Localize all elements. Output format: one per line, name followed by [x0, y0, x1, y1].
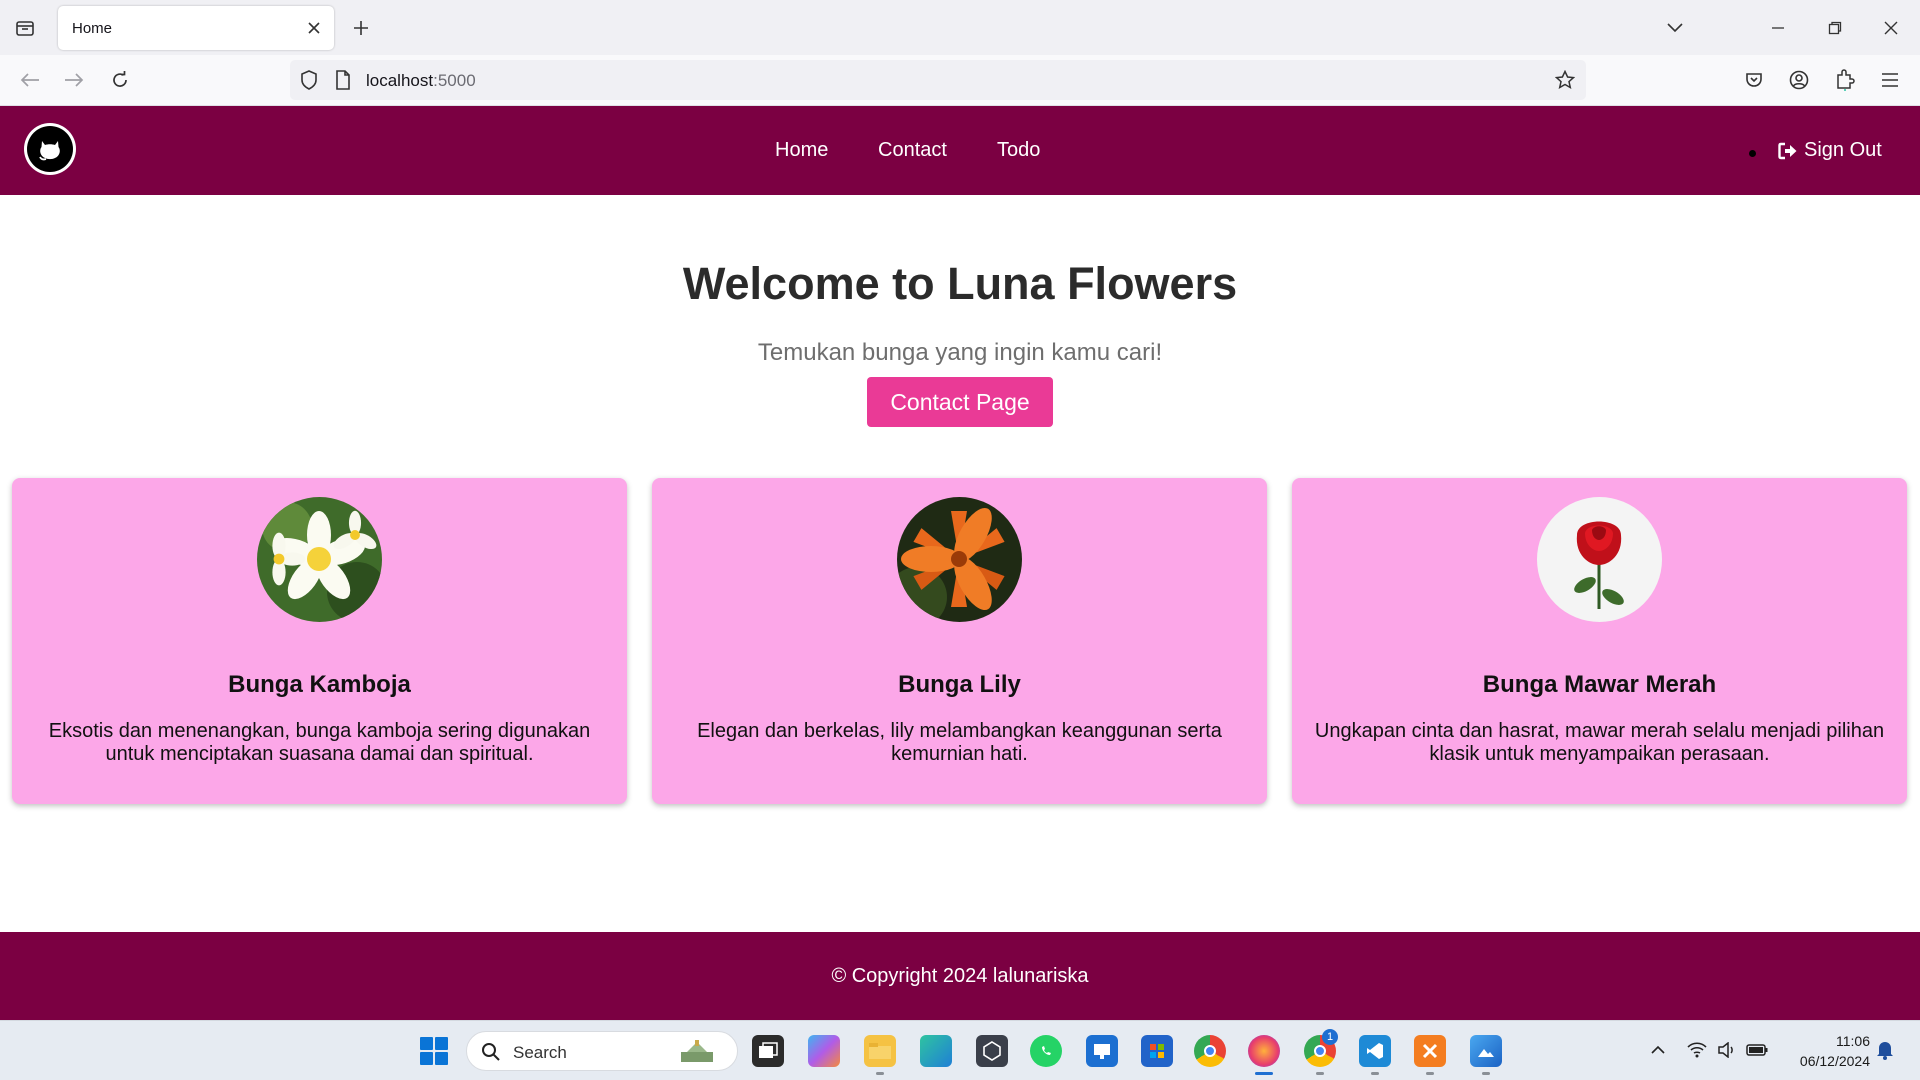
- reload-icon[interactable]: [104, 65, 136, 95]
- show-hidden-icons-chevron-icon[interactable]: [1647, 1039, 1669, 1061]
- tab-title: Home: [72, 20, 113, 37]
- system-clock[interactable]: 11:06 06/12/2024: [1776, 1031, 1870, 1071]
- card-description: Eksotis dan menenangkan, bunga kamboja s…: [48, 720, 591, 765]
- copilot-icon[interactable]: [808, 1035, 840, 1067]
- site-footer: © Copyright 2024 lalunariska: [0, 932, 1920, 1020]
- tracking-shield-icon[interactable]: [298, 69, 320, 91]
- site-header: Home Contact Todo Sign Out: [0, 106, 1920, 195]
- new-tab-icon[interactable]: [348, 16, 374, 40]
- sign-out-label: Sign Out: [1804, 139, 1882, 161]
- browser-tab-bar: Home: [0, 0, 1920, 55]
- notification-badge: 1: [1322, 1029, 1338, 1045]
- nav-home[interactable]: Home: [775, 139, 828, 162]
- contact-page-button[interactable]: Contact Page: [867, 377, 1053, 427]
- extensions-icon[interactable]: [1829, 65, 1861, 95]
- account-icon[interactable]: [1783, 65, 1815, 95]
- microsoft-store-icon[interactable]: [1141, 1035, 1173, 1067]
- close-window-icon[interactable]: [1876, 14, 1906, 42]
- battery-icon[interactable]: [1746, 1039, 1768, 1061]
- orange-lily-flower-image: [897, 497, 1022, 622]
- edge-icon[interactable]: [920, 1035, 952, 1067]
- frangipani-flower-image: [257, 497, 382, 622]
- restore-icon[interactable]: [1820, 14, 1850, 42]
- forward-arrow-icon[interactable]: [58, 65, 90, 95]
- xampp-icon[interactable]: [1414, 1035, 1446, 1067]
- sign-out-icon: [1778, 142, 1797, 159]
- card-description: Elegan dan berkelas, lily melambangkan k…: [697, 720, 1222, 765]
- back-arrow-icon[interactable]: [14, 65, 46, 95]
- remote-desktop-icon[interactable]: [1086, 1035, 1118, 1067]
- red-rose-flower-image: [1537, 497, 1662, 622]
- card-title: Bunga Lily: [898, 671, 1021, 698]
- search-placeholder: Search: [513, 1043, 567, 1062]
- flower-card-kamboja: Bunga Kamboja Eksotis dan menenangkan, b…: [12, 478, 627, 804]
- search-highlight-icon: [681, 1040, 713, 1062]
- page-info-icon[interactable]: [332, 69, 354, 91]
- running-indicator: [876, 1072, 884, 1075]
- running-indicator: [1426, 1072, 1434, 1075]
- notification-bell-icon[interactable]: [1874, 1039, 1896, 1061]
- list-bullet: [1749, 150, 1756, 157]
- windows-taskbar: Search 1 11:06 06/12/2024: [0, 1020, 1920, 1080]
- nav-todo[interactable]: Todo: [997, 139, 1040, 162]
- chrome-icon[interactable]: [1194, 1035, 1226, 1067]
- minimize-icon[interactable]: [1763, 14, 1793, 42]
- firefox-icon[interactable]: [1248, 1035, 1280, 1067]
- wifi-icon[interactable]: [1686, 1039, 1708, 1061]
- vscode-icon[interactable]: [1359, 1035, 1391, 1067]
- running-indicator: [1371, 1072, 1379, 1075]
- card-description: Ungkapan cinta dan hasrat, mawar merah s…: [1314, 720, 1885, 765]
- hero-title: Welcome to Luna Flowers: [682, 258, 1238, 309]
- menu-hamburger-icon[interactable]: [1874, 65, 1906, 95]
- active-indicator: [1255, 1072, 1273, 1075]
- tab-list-icon[interactable]: [12, 16, 38, 40]
- url-port: :5000: [433, 71, 476, 90]
- whatsapp-icon[interactable]: [1030, 1035, 1062, 1067]
- running-indicator: [1316, 1072, 1324, 1075]
- nav-contact[interactable]: Contact: [878, 139, 947, 162]
- tab-overflow-chevron-icon[interactable]: [1660, 14, 1690, 42]
- hero-subtitle: Temukan bunga yang ingin kamu cari!: [757, 339, 1163, 366]
- search-icon: [482, 1043, 500, 1061]
- clock-date: 06/12/2024: [1799, 1053, 1870, 1069]
- card-title: Bunga Kamboja: [228, 671, 411, 698]
- taskbar-search-box[interactable]: Search: [466, 1031, 738, 1071]
- flower-card-lily: Bunga Lily Elegan dan berkelas, lily mel…: [652, 478, 1267, 804]
- file-explorer-icon[interactable]: [864, 1035, 896, 1067]
- close-tab-icon[interactable]: [304, 18, 324, 38]
- url-text: localhost:5000: [366, 71, 476, 91]
- running-indicator: [1482, 1072, 1490, 1075]
- bookmark-star-icon[interactable]: [1554, 69, 1576, 91]
- address-bar[interactable]: localhost:5000: [290, 60, 1586, 100]
- photos-icon[interactable]: [1470, 1035, 1502, 1067]
- unity-hub-icon[interactable]: [976, 1035, 1008, 1067]
- github-logo-icon[interactable]: [24, 123, 76, 175]
- github-logo-inner: [27, 126, 73, 172]
- windows-start-icon[interactable]: [420, 1037, 448, 1065]
- card-title: Bunga Mawar Merah: [1482, 671, 1717, 698]
- flower-card-mawar-merah: Bunga Mawar Merah Ungkapan cinta dan has…: [1292, 478, 1907, 804]
- volume-icon[interactable]: [1716, 1039, 1738, 1061]
- url-host: localhost: [366, 71, 434, 90]
- copyright-text: © Copyright 2024 lalunariska: [831, 965, 1089, 987]
- clock-time: 11:06: [1836, 1033, 1870, 1049]
- sign-out-link[interactable]: Sign Out: [1778, 139, 1882, 162]
- pocket-icon[interactable]: [1738, 65, 1770, 95]
- browser-tab-home[interactable]: Home: [58, 6, 334, 50]
- task-view-icon[interactable]: [752, 1035, 784, 1067]
- browser-toolbar: localhost:5000: [0, 55, 1920, 106]
